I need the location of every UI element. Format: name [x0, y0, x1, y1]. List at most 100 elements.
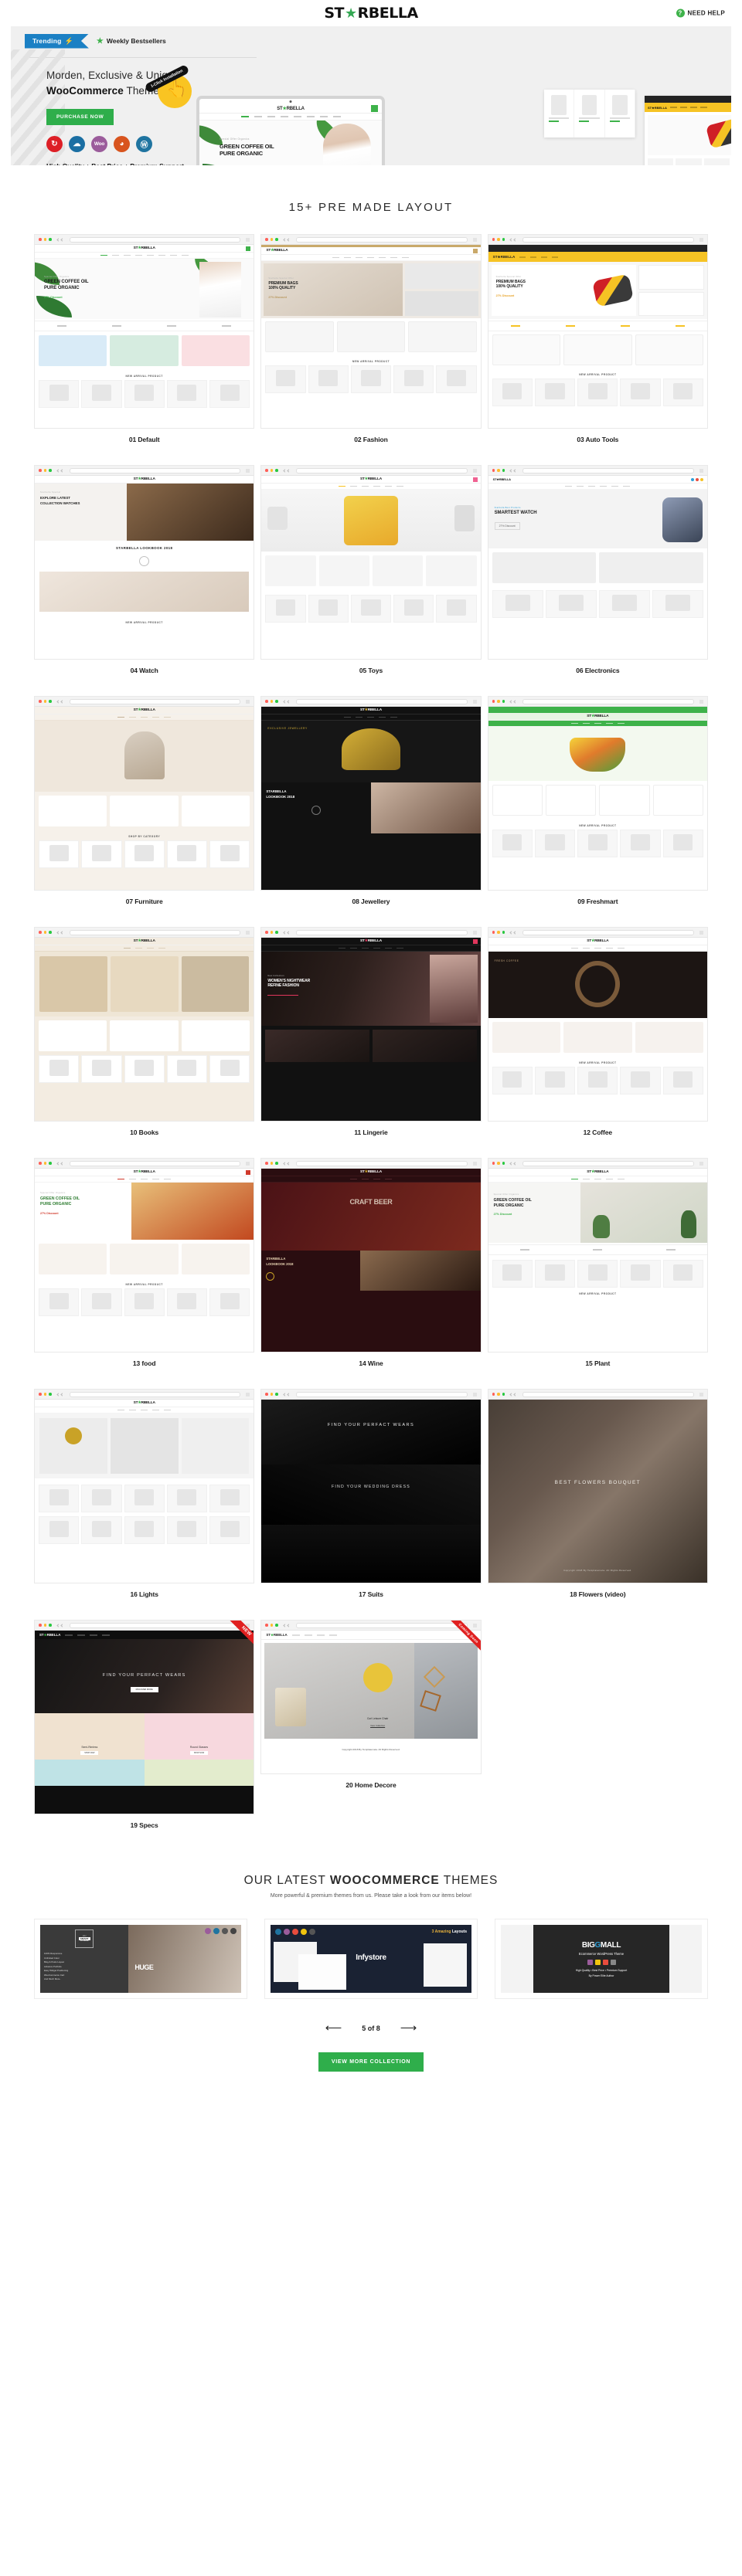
- layout-card[interactable]: ST★RBELLA FRESH COFFEE NEW ARRIVAL PRODU…: [487, 927, 708, 1158]
- latest-title-bold: WOOCOMMERCE: [329, 1874, 440, 1887]
- layout-card[interactable]: ST★RBELLA 10 Books: [34, 927, 255, 1158]
- electronics-discount: 27% Discount: [494, 521, 520, 530]
- layout-card[interactable]: ST★RBELLA Starbella Special Offer PREMIU…: [260, 234, 482, 465]
- layout-card[interactable]: ST★RBELLA 16 Lights: [34, 1389, 255, 1620]
- layout-thumbnail-suits[interactable]: FIND YOUR PERFACT WEARS FIND YOUR WEDDIN…: [260, 1389, 482, 1583]
- layout-thumbnail-toys[interactable]: ST★RBELLA: [260, 465, 482, 660]
- layout-caption: 08 Jewellery: [352, 898, 390, 905]
- view-more-collection-button[interactable]: VIEW MORE COLLECTION: [318, 2052, 424, 2072]
- layout-thumbnail-freshmart[interactable]: ST★RBELLA NEW ARRIVAL PRODUCT: [487, 696, 708, 891]
- layout-card[interactable]: ST★RBELLA Starbella Special EXPLORE LATE…: [34, 465, 255, 696]
- flowers-title: BEST FLOWERS BOUQUET: [554, 1480, 641, 1486]
- layout-card[interactable]: ST★RBELLA 05 Toys: [260, 465, 482, 696]
- layout-thumbnail-jewellery[interactable]: ST★RBELLA EXCLUSIVE JEWELLERY STARBELLA L…: [260, 696, 482, 891]
- layout-card[interactable]: ST★RBELLA SHOP BY CATEGORY 07 Furniture: [34, 696, 255, 927]
- watch-lookbook: STARBELLA LOOKBOOK 2018: [115, 546, 173, 550]
- fashion-title2: 100% QUALITY: [268, 286, 296, 291]
- layout-thumbnail-furniture[interactable]: ST★RBELLA SHOP BY CATEGORY: [34, 696, 255, 891]
- layout-card[interactable]: ST★RBELLA Special Offer Organics GREEN C…: [487, 1158, 708, 1389]
- layout-thumbnail-lights[interactable]: ST★RBELLA: [34, 1389, 255, 1583]
- huge-feature: And Much More..: [44, 1977, 62, 1981]
- star-icon: ★: [96, 36, 104, 46]
- layout-card[interactable]: ST★RBELLA Starbella Best Products SMARTE…: [487, 465, 708, 696]
- layout-caption: 10 Books: [130, 1128, 159, 1136]
- new-arrival-label: NEW ARRIVAL PRODUCT: [125, 621, 163, 625]
- layout-card[interactable]: ST★RBELLA New Collection WOMEN'S NIGHTWE…: [260, 927, 482, 1158]
- layout-thumbnail-books[interactable]: ST★RBELLA: [34, 927, 255, 1122]
- layout-thumbnail-food[interactable]: ST★RBELLA Special Offer Organics GREEN C…: [34, 1158, 255, 1352]
- layout-thumbnail-coffee[interactable]: ST★RBELLA FRESH COFFEE NEW ARRIVAL PRODU…: [487, 927, 708, 1122]
- layout-thumbnail-plant[interactable]: ST★RBELLA Special Offer Organics GREEN C…: [487, 1158, 708, 1352]
- arrow-right-icon[interactable]: ⟶: [400, 2022, 417, 2034]
- logo-text-left: ST: [324, 5, 344, 22]
- layout-thumbnail-fashion[interactable]: ST★RBELLA Starbella Special Offer PREMIU…: [260, 234, 482, 429]
- auto-title1: PREMIUM BAGS: [495, 280, 526, 284]
- site-logo[interactable]: ST ★ RBELLA: [324, 5, 418, 22]
- layout-caption: 18 Flowers (video): [570, 1590, 626, 1598]
- mini-screenshot-products: [544, 90, 635, 137]
- wpbakery-icon: [292, 1929, 298, 1935]
- auto-discount: 27% Discount: [495, 294, 515, 297]
- layout-thumbnail-wine[interactable]: ST★RBELLA CRAFT BEER STARBELLA LOOKBOOK 2…: [260, 1158, 482, 1352]
- new-arrival-label: NEW ARRIVAL PRODUCT: [579, 824, 617, 827]
- settings-icon: [222, 1928, 228, 1934]
- default-discount: 27% Discount: [44, 296, 63, 299]
- layout-card[interactable]: ST★RBELLA NEW ARRIVAL PRODUCT 09 Freshma…: [487, 696, 708, 927]
- watch-title1: EXPLORE LATEST: [40, 496, 70, 500]
- layout-card[interactable]: Coming Soon ST★RBELLA Curl Leisure Chair…: [260, 1620, 482, 1851]
- theme-card-biggmall[interactable]: BIGGMALL Ecommerce WordPress Theme High …: [495, 1919, 708, 1999]
- layout-card[interactable]: BEST FLOWERS BOUQUET Copyright 2018 By T…: [487, 1389, 708, 1620]
- new-arrival-label: NEW ARRIVAL PRODUCT: [579, 1292, 617, 1295]
- layout-card[interactable]: ST★RBELLA Special Offer Organics GREEN C…: [34, 234, 255, 465]
- layout-thumbnail-lingerie[interactable]: ST★RBELLA New Collection WOMEN'S NIGHTWE…: [260, 927, 482, 1122]
- latest-title-post: THEMES: [439, 1874, 499, 1887]
- need-help-link[interactable]: ? NEED HELP: [676, 8, 726, 18]
- layout-caption: 19 Specs: [130, 1821, 158, 1829]
- lingerie-t1: WOMEN'S NIGHTWEAR: [267, 979, 311, 983]
- hero-headline-bold: WooCommerce: [46, 84, 124, 97]
- decore-link[interactable]: View Collection: [341, 1724, 414, 1727]
- decore-caption: Curl Leisure Chair: [366, 1717, 389, 1720]
- layout-card[interactable]: ST★RBELLA Special Offer Organics GREEN C…: [34, 1158, 255, 1389]
- layout-thumbnail-specs[interactable]: NEW ST★RBELLA FIND YOUR PERFACT WEARS DI…: [34, 1620, 255, 1814]
- biggmall-word-2: G: [594, 1940, 601, 1950]
- layout-card[interactable]: ST★RBELLA CRAFT BEER STARBELLA LOOKBOOK 2…: [260, 1158, 482, 1389]
- site-header: ST ★ RBELLA ? NEED HELP: [0, 0, 742, 26]
- trending-label: Trending: [32, 37, 62, 45]
- layout-thumbnail-electronics[interactable]: ST★RBELLA Starbella Best Products SMARTE…: [487, 465, 708, 660]
- pointing-hand-icon: 👆: [166, 79, 188, 98]
- layout-card[interactable]: ST★RBELLA Starbella Special Offer PREMIU…: [487, 234, 708, 465]
- decore-copyright: Copyright 2018 By Templatemela. All Righ…: [342, 1748, 400, 1751]
- layout-card[interactable]: NEW ST★RBELLA FIND YOUR PERFACT WEARS DI…: [34, 1620, 255, 1851]
- weekly-bestsellers-label: Weekly Bestsellers: [106, 37, 166, 45]
- layout-card[interactable]: ST★RBELLA EXCLUSIVE JEWELLERY STARBELLA L…: [260, 696, 482, 927]
- layout-caption: 17 Suits: [359, 1590, 383, 1598]
- laptop-logo-right: RBELLA: [286, 106, 305, 111]
- trending-ribbon: Trending ⚡: [25, 33, 89, 49]
- laptop-nav: [199, 114, 382, 120]
- huge-badge-bottom: ER MANIA: [80, 1940, 89, 1942]
- weekly-bestsellers: ★ Weekly Bestsellers: [97, 37, 166, 46]
- watch-title2: COLLECTION WATCHES: [40, 501, 80, 505]
- layout-thumbnail-default[interactable]: ST★RBELLA Special Offer Organics GREEN C…: [34, 234, 255, 429]
- layout-card[interactable]: FIND YOUR PERFACT WEARS FIND YOUR WEDDIN…: [260, 1389, 482, 1620]
- jewellery-t2: LOOKBOOK 2018: [266, 795, 295, 799]
- wordpress-icon: [275, 1929, 281, 1935]
- default-title2: PURE ORGANIC: [44, 285, 80, 290]
- woocommerce-icon: [205, 1928, 211, 1934]
- theme-card-huge[interactable]: 1717 SMART ER MANIA 100% Responsive Unli…: [34, 1919, 247, 1999]
- fashion-title1: PREMIUM BAGS: [268, 281, 298, 286]
- latest-section-subtitle: More powerful & premium themes from us. …: [270, 1893, 472, 1899]
- revolution-slider-icon: ↻: [46, 136, 63, 153]
- purchase-now-button[interactable]: PURCHASE NOW: [46, 109, 114, 126]
- arrow-left-icon[interactable]: ⟵: [325, 2022, 342, 2034]
- theme-card-infystore[interactable]: 3 Amazing Layouts Infystore: [264, 1919, 478, 1999]
- latest-section-title: OUR LATEST WOOCOMMERCE THEMES: [0, 1874, 742, 1888]
- question-mark-icon: ?: [676, 8, 685, 18]
- layout-thumbnail-watch[interactable]: ST★RBELLA Starbella Special EXPLORE LATE…: [34, 465, 255, 660]
- layout-caption: 07 Furniture: [125, 898, 163, 905]
- layout-thumbnail-auto[interactable]: ST★RBELLA Starbella Special Offer PREMIU…: [487, 234, 708, 429]
- layer-slider-icon: ☁: [69, 136, 85, 153]
- layout-thumbnail-decore[interactable]: Coming Soon ST★RBELLA Curl Leisure Chair…: [260, 1620, 482, 1774]
- layout-thumbnail-flowers[interactable]: BEST FLOWERS BOUQUET Copyright 2018 By T…: [487, 1389, 708, 1583]
